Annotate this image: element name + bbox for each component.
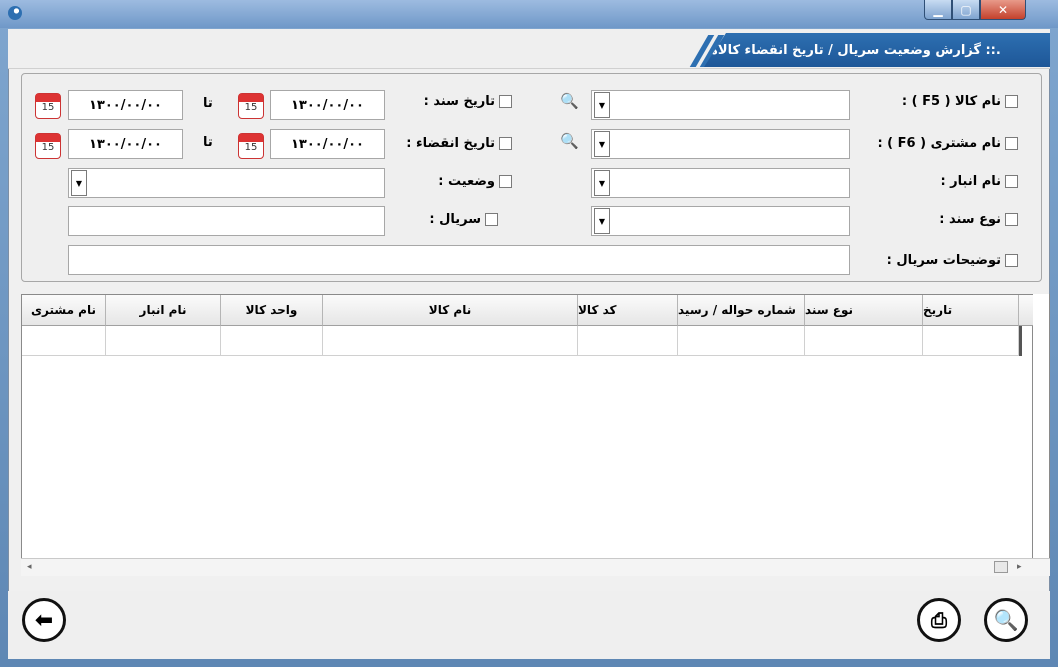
scroll-thumb[interactable] bbox=[994, 561, 1008, 573]
horizontal-scrollbar[interactable]: ◂ ▸ bbox=[21, 558, 1050, 576]
expiry-date-filter[interactable]: تاریخ انقضاء : bbox=[398, 136, 512, 151]
expiry-date-to-value: ۱۳۰۰/۰۰/۰۰ bbox=[89, 136, 162, 152]
customer-name-label: نام مشتری ( F6 ) : bbox=[877, 136, 1001, 151]
title-bar bbox=[0, 0, 1058, 28]
serial-input[interactable] bbox=[68, 206, 385, 236]
customer-name-checkbox[interactable] bbox=[1005, 137, 1018, 150]
product-name-dropdown[interactable]: ▼ bbox=[594, 92, 610, 118]
product-name-label: نام کالا ( F5 ) : bbox=[901, 94, 1001, 109]
to-label: تا bbox=[203, 96, 213, 111]
doc-date-label: تاریخ سند : bbox=[423, 94, 495, 109]
app-icon bbox=[8, 6, 22, 20]
scroll-left-icon[interactable]: ◂ bbox=[27, 562, 32, 572]
warehouse-filter[interactable]: نام انبار : bbox=[940, 174, 1018, 189]
print-button[interactable]: ⎙ bbox=[917, 598, 961, 642]
scroll-right-icon[interactable]: ▸ bbox=[1017, 562, 1022, 572]
to-label: تا bbox=[203, 135, 213, 150]
page-title: .:: گزارش وضعیت سریال / تاریخ انقضاء کال… bbox=[704, 42, 1001, 58]
serial-checkbox[interactable] bbox=[485, 213, 498, 226]
column-header[interactable]: نام کالا bbox=[323, 295, 578, 326]
vertical-scrollbar[interactable] bbox=[1033, 294, 1050, 576]
product-name-checkbox[interactable] bbox=[1005, 95, 1018, 108]
serial-desc-label: توضیحات سریال : bbox=[886, 253, 1001, 268]
minimize-button[interactable]: ▁ bbox=[924, 0, 952, 20]
warehouse-label: نام انبار : bbox=[940, 174, 1001, 189]
expiry-date-from-field[interactable]: ۱۳۰۰/۰۰/۰۰ bbox=[270, 129, 385, 159]
product-name-filter[interactable]: نام کالا ( F5 ) : bbox=[901, 94, 1018, 109]
back-arrow-icon: ⬅ bbox=[34, 607, 54, 633]
close-window-button[interactable]: ✕ bbox=[980, 0, 1026, 20]
serial-filter[interactable]: سریال : bbox=[428, 212, 498, 227]
action-bar bbox=[8, 591, 1050, 659]
doc-date-from-field[interactable]: ۱۳۰۰/۰۰/۰۰ bbox=[270, 90, 385, 120]
column-header[interactable]: کد کالا bbox=[578, 295, 678, 326]
column-header[interactable]: نام انبار bbox=[106, 295, 221, 326]
report-title-banner: .:: گزارش وضعیت سریال / تاریخ انقضاء کال… bbox=[704, 33, 1050, 67]
column-header[interactable]: نوع سند bbox=[805, 295, 923, 326]
table-cell[interactable] bbox=[578, 326, 678, 356]
search-button[interactable]: 🔍 bbox=[984, 598, 1028, 642]
column-header[interactable]: شماره حواله / رسید bbox=[678, 295, 805, 326]
calendar-icon[interactable]: 15 bbox=[238, 93, 264, 119]
maximize-button[interactable]: ▢ bbox=[952, 0, 980, 20]
doc-type-filter[interactable]: نوع سند : bbox=[939, 212, 1018, 227]
doc-type-dropdown[interactable]: ▼ bbox=[594, 208, 610, 234]
table-cell[interactable] bbox=[323, 326, 578, 356]
doc-date-to-value: ۱۳۰۰/۰۰/۰۰ bbox=[89, 97, 162, 113]
column-header[interactable]: نام مشتری bbox=[22, 295, 106, 326]
serial-desc-checkbox[interactable] bbox=[1005, 254, 1018, 267]
warehouse-checkbox[interactable] bbox=[1005, 175, 1018, 188]
search-icon[interactable]: 🔍 bbox=[560, 92, 579, 110]
back-button[interactable]: ⬅ bbox=[22, 598, 66, 642]
expiry-date-to-field[interactable]: ۱۳۰۰/۰۰/۰۰ bbox=[68, 129, 183, 159]
table-cell[interactable] bbox=[22, 326, 106, 356]
status-checkbox[interactable] bbox=[499, 175, 512, 188]
doc-type-label: نوع سند : bbox=[939, 212, 1001, 227]
print-icon: ⎙ bbox=[931, 608, 947, 632]
expiry-date-checkbox[interactable] bbox=[499, 137, 512, 150]
serial-desc-filter[interactable]: توضیحات سریال : bbox=[886, 253, 1018, 268]
table-cell[interactable] bbox=[805, 326, 923, 356]
warehouse-input[interactable] bbox=[591, 168, 850, 198]
customer-name-filter[interactable]: نام مشتری ( F6 ) : bbox=[876, 136, 1018, 151]
customer-name-dropdown[interactable]: ▼ bbox=[594, 131, 610, 157]
expiry-date-label: تاریخ انقضاء : bbox=[406, 136, 495, 151]
status-input[interactable] bbox=[68, 168, 385, 198]
table-cell[interactable] bbox=[923, 326, 1019, 356]
status-dropdown[interactable]: ▼ bbox=[71, 170, 87, 196]
doc-date-from-value: ۱۳۰۰/۰۰/۰۰ bbox=[291, 97, 364, 113]
row-indicator bbox=[1019, 326, 1022, 356]
column-header bbox=[1019, 295, 1034, 326]
status-label: وضعیت : bbox=[438, 174, 495, 189]
warehouse-dropdown[interactable]: ▼ bbox=[594, 170, 610, 196]
calendar-icon[interactable]: 15 bbox=[35, 133, 61, 159]
calendar-icon[interactable]: 15 bbox=[35, 93, 61, 119]
serial-desc-input[interactable] bbox=[68, 245, 850, 275]
magnifier-icon: 🔍 bbox=[993, 608, 1019, 632]
product-name-input[interactable] bbox=[591, 90, 850, 120]
serial-label: سریال : bbox=[429, 212, 481, 227]
customer-name-input[interactable] bbox=[591, 129, 850, 159]
column-header[interactable]: واحد کالا bbox=[221, 295, 323, 326]
doc-date-to-field[interactable]: ۱۳۰۰/۰۰/۰۰ bbox=[68, 90, 183, 120]
doc-date-checkbox[interactable] bbox=[499, 95, 512, 108]
column-header[interactable]: تاریخ bbox=[923, 295, 1019, 326]
search-icon[interactable]: 🔍 bbox=[560, 132, 579, 150]
doc-date-filter[interactable]: تاریخ سند : bbox=[412, 94, 512, 109]
calendar-icon[interactable]: 15 bbox=[238, 133, 264, 159]
doc-type-input[interactable] bbox=[591, 206, 850, 236]
doc-type-checkbox[interactable] bbox=[1005, 213, 1018, 226]
table-cell[interactable] bbox=[678, 326, 805, 356]
table-cell[interactable] bbox=[221, 326, 323, 356]
results-table[interactable]: تاریخ نوع سند شماره حواله / رسید کد کالا… bbox=[21, 294, 1034, 576]
expiry-date-from-value: ۱۳۰۰/۰۰/۰۰ bbox=[291, 136, 364, 152]
status-filter[interactable]: وضعیت : bbox=[428, 174, 512, 189]
table-cell[interactable] bbox=[106, 326, 221, 356]
